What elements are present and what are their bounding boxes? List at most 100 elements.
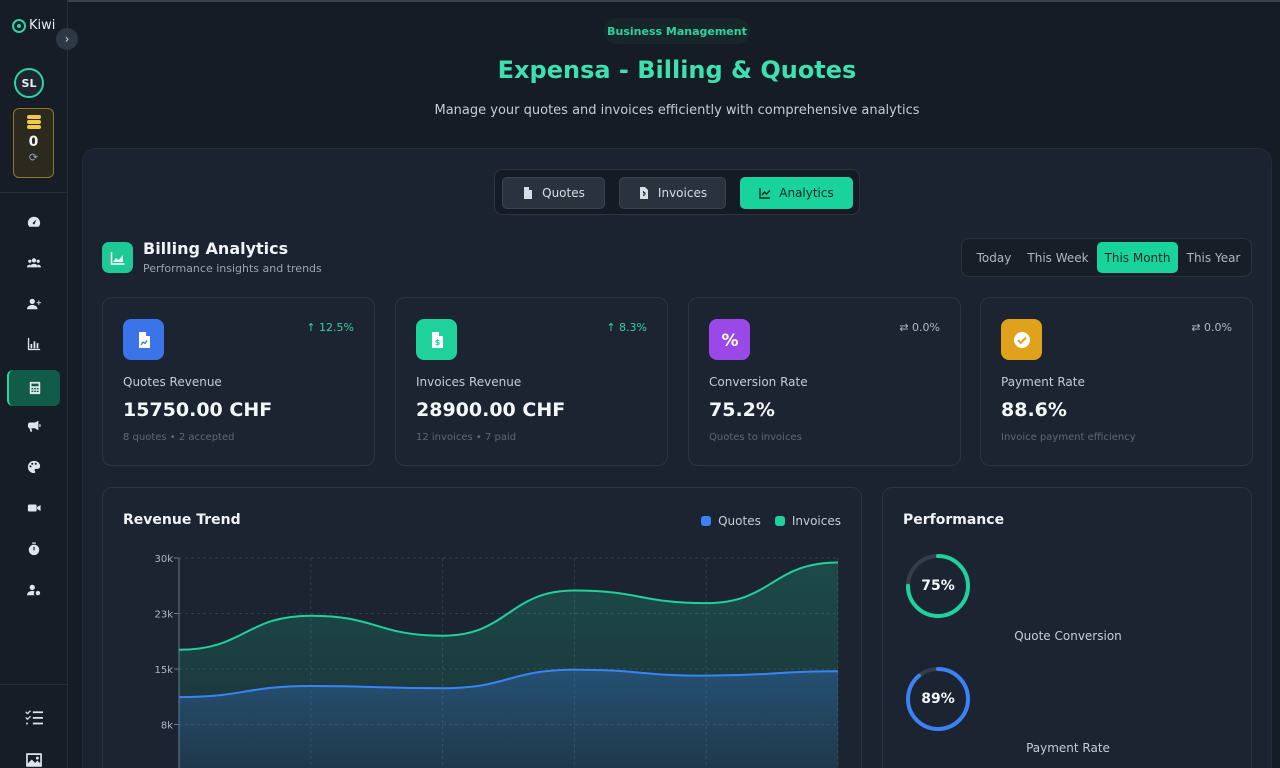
payment-rate-value: 89% [921,691,955,707]
legend-swatch-invoices [774,516,785,526]
kiwi-logo-icon [12,18,26,33]
line-chart-icon [759,188,771,199]
kpi-trend: ⇄ 0.0% [899,321,940,334]
checklist-icon [24,710,43,725]
analytics-subtitle: Performance insights and trends [143,262,322,275]
revenue-trend-card: 30k 23k 15k 8k Revenue Trend Quotes Invoice… [102,487,862,768]
kpi-meta: Invoice payment efficiency [1001,432,1136,443]
view-tabs: Quotes Invoices Analytics [494,169,860,215]
kpi-value: 75.2% [709,399,775,421]
area-chart-icon [110,251,124,265]
sidebar-item-timer[interactable] [7,531,60,567]
kpi-label: Conversion Rate [709,375,808,389]
kpi-meta: Quotes to invoices [709,432,802,443]
page-title: Expensa - Billing & Quotes [497,56,857,84]
svg-text:$: $ [434,338,440,347]
bar-chart-icon [27,337,40,351]
sidebar-item-video[interactable] [7,490,60,526]
invoice-dollar-icon: $ [431,331,443,348]
file-icon [524,187,533,199]
user-cog-icon [26,584,40,596]
sidebar-item-team[interactable] [7,245,60,281]
credits-widget[interactable]: 0 ⟳ [13,108,54,178]
legend-swatch-quotes [701,516,712,526]
period-selector: Today This Week This Month This Year [961,238,1252,277]
megaphone-icon [27,420,41,432]
stopwatch-icon [28,542,39,556]
period-this-week[interactable]: This Week [1024,242,1092,273]
kpi-trend: ↑ 8.3% [606,321,647,334]
payment-rate-label: Payment Rate [1026,741,1110,755]
sidebar-item-dashboard[interactable] [7,204,60,240]
svg-text:%: % [721,331,738,349]
page-subtitle: Manage your quotes and invoices efficien… [434,103,920,118]
analytics-title: Billing Analytics [143,239,289,258]
tab-label: Invoices [657,186,708,200]
sidebar-item-add-user[interactable] [7,286,60,322]
palette-icon [27,460,40,474]
tab-invoices[interactable]: Invoices [619,177,726,209]
quote-conversion-value: 75% [921,578,955,594]
analytics-section-icon [102,242,133,273]
period-this-month[interactable]: This Month [1097,242,1178,273]
period-this-year[interactable]: This Year [1182,242,1245,273]
section-eyebrow-badge: Business Management [604,18,750,44]
kpi-meta: 8 quotes • 2 accepted [123,432,235,443]
percent-icon: % [721,331,738,349]
kpi-value: 88.6% [1001,399,1067,421]
kpi-trend: ↑ 12.5% [306,321,354,334]
credits-count: 0 [28,134,39,150]
brand[interactable]: Kiwi [12,18,55,33]
calculator-icon [29,381,40,395]
sidebar-item-billing[interactable] [7,370,60,406]
period-today[interactable]: Today [968,242,1020,273]
legend-label: Quotes [718,514,761,528]
performance-title: Performance [903,512,1005,528]
sidebar-expand-button[interactable]: › [56,28,78,50]
y-tick-label: 15k [154,665,173,676]
kpi-value: 15750.00 CHF [123,399,273,421]
kpi-trend: ⇄ 0.0% [1191,321,1232,334]
revenue-trend-chart: 30k 23k 15k 8k [154,554,839,768]
user-plus-icon [26,298,41,310]
kpi-label: Quotes Revenue [123,375,222,389]
sidebar-item-campaigns[interactable] [7,408,60,444]
window-top-border [0,0,1280,2]
kpi-value: 28900.00 CHF [416,399,566,421]
y-tick-label: 30k [154,554,173,565]
sidebar-item-tasks[interactable] [7,699,60,735]
sidebar-item-design[interactable] [7,449,60,485]
gauge-icon [27,216,40,227]
video-icon [27,504,41,512]
tab-analytics[interactable]: Analytics [740,177,853,209]
sidebar-item-reports[interactable] [7,326,60,362]
users-icon [26,258,41,268]
legend-item-invoices[interactable]: Invoices [774,514,841,528]
file-chart-icon [138,331,150,348]
invoice-icon [639,187,648,199]
chevron-right-icon: › [64,32,70,46]
quote-conversion-label: Quote Conversion [1014,629,1122,643]
chart-title: Revenue Trend [123,512,241,528]
kpi-card-invoices-revenue: $ ↑ 8.3% Invoices Revenue 28900.00 CHF 1… [395,297,668,466]
refresh-icon[interactable]: ⟳ [29,151,38,164]
y-tick-label: 23k [154,610,173,621]
kpi-card-quotes-revenue: ↑ 12.5% Quotes Revenue 15750.00 CHF 8 qu… [102,297,375,466]
sidebar-item-user-settings[interactable] [7,572,60,608]
kpi-label: Invoices Revenue [416,375,522,389]
chart-legend: Quotes Invoices [701,514,841,528]
image-icon [25,753,42,767]
sidebar-divider-bottom [0,684,67,685]
sidebar-item-gallery[interactable] [7,742,60,768]
kpi-card-payment-rate: ⇄ 0.0% Payment Rate 88.6% Invoice paymen… [980,297,1253,466]
brand-name: Kiwi [29,18,56,33]
tab-quotes[interactable]: Quotes [502,177,605,209]
legend-label: Invoices [791,514,841,528]
check-circle-icon [1013,331,1030,348]
tab-label: Quotes [542,186,585,200]
sidebar-divider [0,192,67,193]
kpi-icon-box [1001,319,1042,360]
legend-item-quotes[interactable]: Quotes [701,514,761,528]
kpi-meta: 12 invoices • 7 paid [416,432,517,443]
kpi-icon-box: $ [416,319,457,360]
